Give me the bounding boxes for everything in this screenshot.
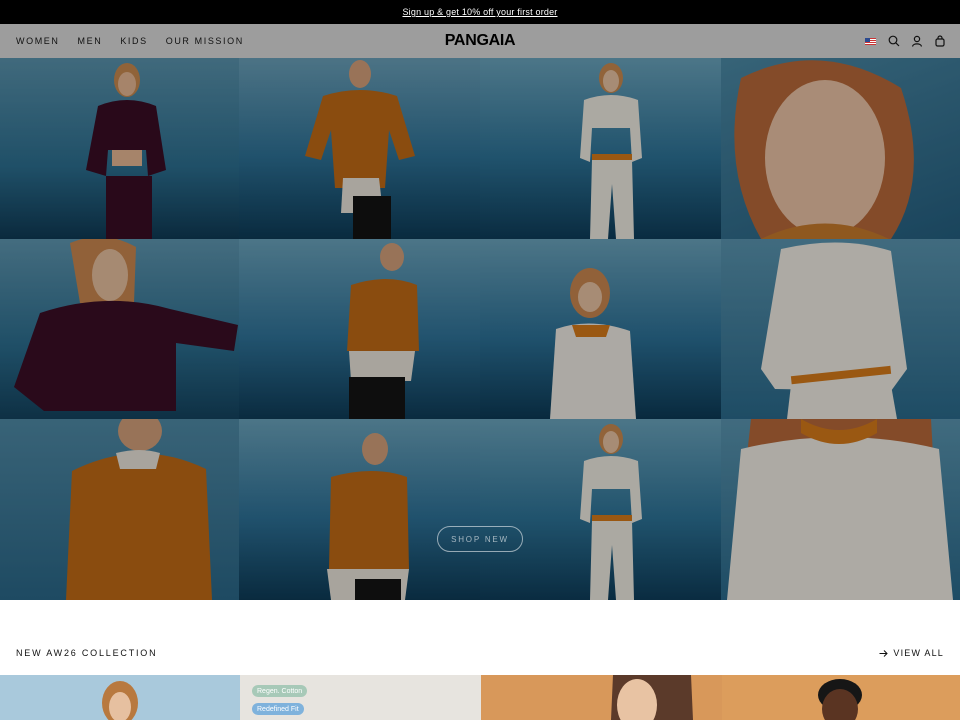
site-header: WOMEN MEN KIDS OUR MISSION PANGAIA	[0, 24, 960, 58]
shop-new-button[interactable]: SHOP NEW	[437, 526, 523, 552]
search-icon[interactable]	[887, 35, 900, 48]
badge-regen-cotton: Regen. Cotton	[252, 685, 308, 697]
product-carousel: Regen. Cotton Redefined Fit	[0, 675, 960, 720]
nav-item-our-mission[interactable]: OUR MISSION	[166, 36, 244, 46]
announcement-bar: Sign up & get 10% off your first order	[0, 0, 960, 24]
account-icon[interactable]	[910, 35, 923, 48]
hero-tile-12	[721, 419, 960, 600]
product-image	[481, 675, 722, 720]
hero-tile-2	[239, 58, 480, 239]
hero-tile-10	[239, 419, 480, 600]
product-image	[722, 675, 960, 720]
flag-us-icon[interactable]	[864, 35, 877, 48]
hero-tile-1	[0, 58, 239, 239]
main-nav: WOMEN MEN KIDS OUR MISSION	[16, 24, 262, 58]
hero-tile-3	[480, 58, 721, 239]
product-card-1[interactable]	[0, 675, 240, 720]
signup-offer-link[interactable]: Sign up & get 10% off your first order	[402, 7, 557, 17]
arrow-right-icon	[879, 649, 889, 657]
hero-tile-4	[721, 58, 960, 239]
product-card-3[interactable]	[481, 675, 722, 720]
badge-redefined-fit: Redefined Fit	[252, 703, 304, 715]
hero-tile-6	[239, 239, 480, 419]
hero-tile-8	[721, 239, 960, 419]
hero-video-grid[interactable]: SHOP NEW	[0, 58, 960, 600]
view-all-label: VIEW ALL	[893, 648, 944, 658]
product-card-2[interactable]: Regen. Cotton Redefined Fit	[240, 675, 481, 720]
view-all-link[interactable]: VIEW ALL	[879, 648, 944, 658]
nav-item-men[interactable]: MEN	[78, 36, 103, 46]
pangaia-logo[interactable]: PANGAIA	[445, 32, 516, 50]
shop-new-label: SHOP NEW	[451, 534, 509, 544]
hero-tile-9	[0, 419, 239, 600]
hero-tile-5	[0, 239, 239, 419]
product-image	[0, 675, 240, 720]
collection-title: NEW AW26 COLLECTION	[16, 648, 158, 658]
nav-item-women[interactable]: WOMEN	[16, 36, 60, 46]
nav-item-kids[interactable]: KIDS	[120, 36, 147, 46]
product-card-4[interactable]	[722, 675, 960, 720]
bag-icon[interactable]	[933, 35, 946, 48]
header-icons	[864, 24, 946, 58]
hero-tile-7	[480, 239, 721, 419]
hero-tile-11	[480, 419, 721, 600]
